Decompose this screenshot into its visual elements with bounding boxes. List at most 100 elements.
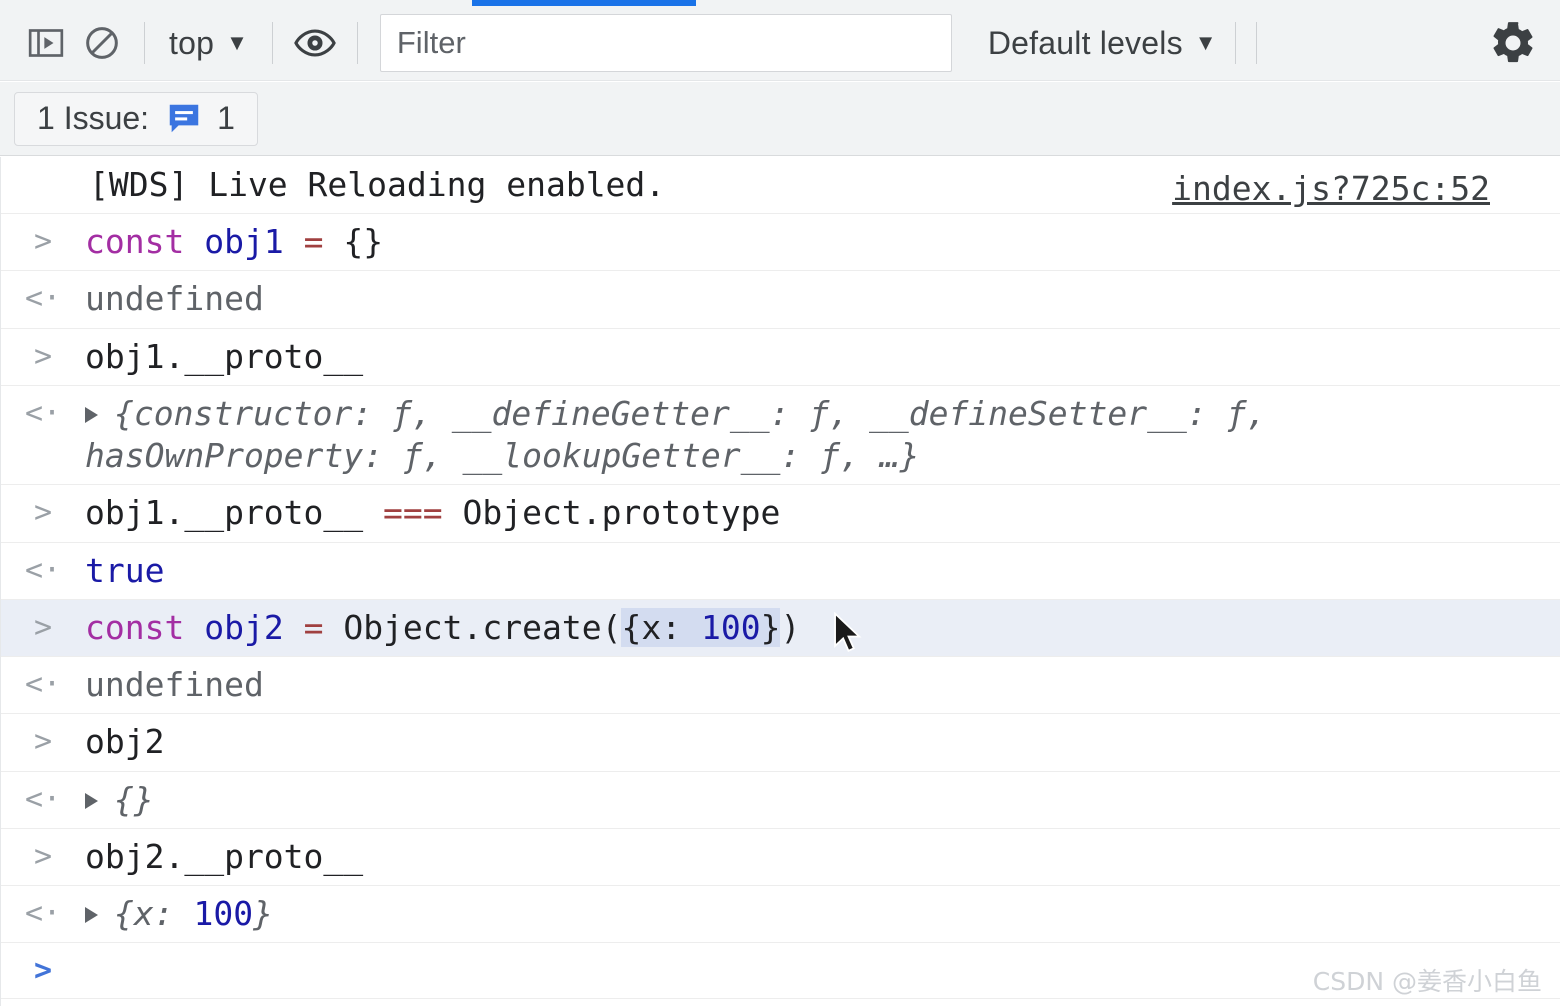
console-row[interactable]: [WDS] Live Reloading enabled. index.js?72…	[1, 157, 1560, 215]
console-row[interactable]: <· {constructor: ƒ, __defineGetter__: ƒ, …	[1, 386, 1560, 486]
code-token: {x:	[114, 894, 194, 934]
code-token: obj1	[204, 222, 284, 262]
input-arrow-icon: >	[33, 609, 53, 645]
input-arrow-icon: >	[33, 338, 53, 374]
eye-icon[interactable]	[287, 15, 343, 71]
gear-icon[interactable]	[1482, 12, 1544, 74]
code-token: )	[780, 607, 801, 647]
code-token: 100	[193, 894, 254, 934]
console-row[interactable]: > obj2.__proto__	[1, 829, 1560, 887]
console-row-content: obj1.__proto__ === Object.prototype	[85, 492, 1560, 534]
chevron-down-icon: ▼	[1194, 30, 1217, 55]
code-token: {}	[114, 779, 154, 819]
code-token: }	[253, 894, 273, 934]
console-row-content: const obj2 = Object.create({x: 100})	[85, 607, 1560, 649]
console-row-content: obj2	[85, 721, 1560, 763]
toolbar-divider-4	[1234, 22, 1236, 64]
input-arrow-icon: >	[33, 224, 53, 260]
code-token: =	[303, 222, 324, 262]
toolbar-divider-3	[356, 22, 358, 64]
console-row-content: undefined	[85, 664, 1560, 706]
console-row[interactable]: > obj2	[1, 714, 1560, 772]
chevron-down-icon: ▼	[226, 30, 248, 55]
issues-count: 1	[217, 100, 235, 136]
output-arrow-icon: <·	[24, 781, 62, 817]
console-message-list[interactable]: [WDS] Live Reloading enabled. index.js?72…	[0, 157, 1560, 1006]
log-text: [WDS] Live Reloading enabled.	[89, 165, 666, 204]
execution-context-label: top	[169, 24, 215, 61]
console-row-content: true	[85, 550, 1560, 592]
disclosure-triangle-icon[interactable]	[85, 406, 98, 423]
console-row[interactable]: <· undefined	[1, 657, 1560, 715]
log-gutter	[1, 164, 85, 166]
code-token: true	[85, 550, 165, 590]
code-token: const	[85, 222, 185, 262]
code-token: Object.prototype	[442, 493, 781, 533]
input-arrow-icon: >	[33, 838, 53, 874]
input-arrow-icon: >	[33, 495, 53, 531]
console-row[interactable]: > obj1.__proto__	[1, 329, 1560, 386]
console-row-content: undefined	[85, 278, 1560, 320]
toolbar-divider-2	[271, 22, 273, 64]
console-row[interactable]: > const obj1 = {}	[1, 214, 1560, 272]
source-link[interactable]: index.js?725c:52	[1172, 168, 1490, 210]
console-row-content: obj2.__proto__	[85, 836, 1560, 878]
console-row[interactable]: <· {}	[1, 772, 1560, 829]
code-token: {x:	[621, 607, 701, 647]
console-row-content: {}	[85, 779, 1560, 821]
watermark: CSDN @姜香小白鱼	[1312, 967, 1542, 996]
console-row-content: obj1.__proto__	[85, 336, 1560, 378]
output-arrow-icon: <·	[24, 896, 62, 932]
console-row-content: {x: 100}	[85, 893, 1560, 935]
filter-placeholder: Filter	[396, 25, 466, 60]
console-row[interactable]: <· true	[1, 543, 1560, 600]
code-token: {}	[323, 222, 384, 262]
issues-chip-button[interactable]: 1 Issue: 1	[14, 91, 258, 146]
console-toolbar: top ▼ Filter Default levels ▼	[0, 6, 1560, 81]
code-token: undefined	[85, 665, 264, 705]
code-token: obj2.__proto__	[85, 836, 364, 876]
issues-label: 1 Issue:	[37, 100, 150, 136]
code-token: const	[85, 607, 185, 647]
console-row[interactable]: <· {x: 100}	[1, 886, 1560, 944]
filter-input[interactable]: Filter	[379, 14, 952, 72]
code-token: }	[760, 607, 781, 647]
toolbar-divider-5	[1255, 22, 1257, 64]
input-arrow-icon: >	[33, 724, 53, 760]
code-token: 100	[700, 607, 761, 647]
console-row[interactable]: <· undefined	[1, 271, 1560, 329]
output-arrow-icon: <·	[24, 395, 62, 431]
prompt-arrow-icon: >	[33, 953, 53, 989]
log-level-selector[interactable]: Default levels ▼	[980, 15, 1225, 71]
code-token: obj1.__proto__	[85, 336, 364, 376]
code-token: Object.create(	[323, 607, 622, 647]
issues-bar: 1 Issue: 1	[0, 82, 1560, 156]
console-row[interactable]: > const obj2 = Object.create({x: 100})	[1, 599, 1560, 658]
console-row[interactable]: > obj1.__proto__ === Object.prototype	[1, 485, 1560, 543]
sidebar-panel-icon[interactable]	[18, 15, 74, 71]
code-token: ===	[383, 493, 443, 533]
code-token: obj1.__proto__	[85, 493, 384, 533]
issue-message-icon	[165, 100, 203, 138]
clear-console-icon[interactable]	[74, 15, 130, 71]
devtools-console-panel: top ▼ Filter Default levels ▼ 1 Issue: 1…	[0, 0, 1560, 1006]
execution-context-selector[interactable]: top ▼	[159, 15, 258, 71]
disclosure-triangle-icon[interactable]	[85, 792, 98, 809]
output-arrow-icon: <·	[24, 667, 62, 703]
toolbar-divider-1	[144, 22, 145, 64]
console-row-content: {constructor: ƒ, __defineGetter__: ƒ, __…	[85, 393, 1560, 477]
disclosure-triangle-icon[interactable]	[85, 907, 98, 924]
code-token: obj2	[204, 607, 284, 647]
log-level-label: Default levels	[987, 24, 1183, 61]
code-token: {constructor: ƒ, __defineGetter__: ƒ, __…	[85, 393, 1287, 476]
console-row-content: const obj1 = {}	[85, 221, 1560, 263]
output-arrow-icon: <·	[24, 281, 62, 317]
code-token: obj2	[85, 722, 165, 762]
code-token: undefined	[85, 279, 264, 319]
output-arrow-icon: <·	[24, 552, 62, 588]
code-token: =	[303, 607, 324, 647]
